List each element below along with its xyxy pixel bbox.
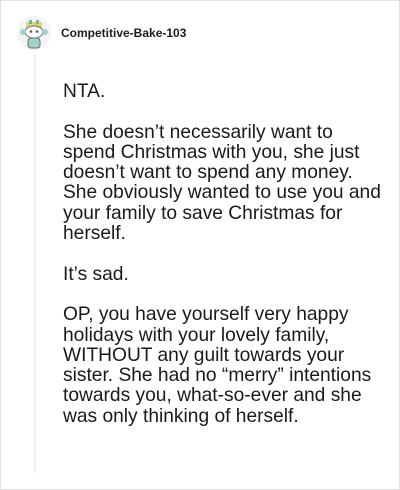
comment-paragraph: OP, you have yourself very happy holiday…: [63, 304, 372, 427]
comment-paragraph: It’s sad.: [63, 263, 129, 285]
comment-paragraph: She doesn’t necessarily want to spend Ch…: [63, 121, 381, 245]
comment-body: NTA. She doesn’t necessarily want to spe…: [63, 81, 381, 427]
thread-collapse-line[interactable]: [34, 55, 36, 473]
comment-card: Competitive-Bake-103 NTA. She doesn’t ne…: [0, 0, 400, 490]
comment-header: Competitive-Bake-103: [17, 15, 186, 51]
comment-paragraph: NTA.: [63, 81, 106, 102]
avatar[interactable]: [17, 16, 51, 50]
username-link[interactable]: Competitive-Bake-103: [61, 26, 186, 40]
snoo-avatar-icon: [17, 16, 51, 50]
